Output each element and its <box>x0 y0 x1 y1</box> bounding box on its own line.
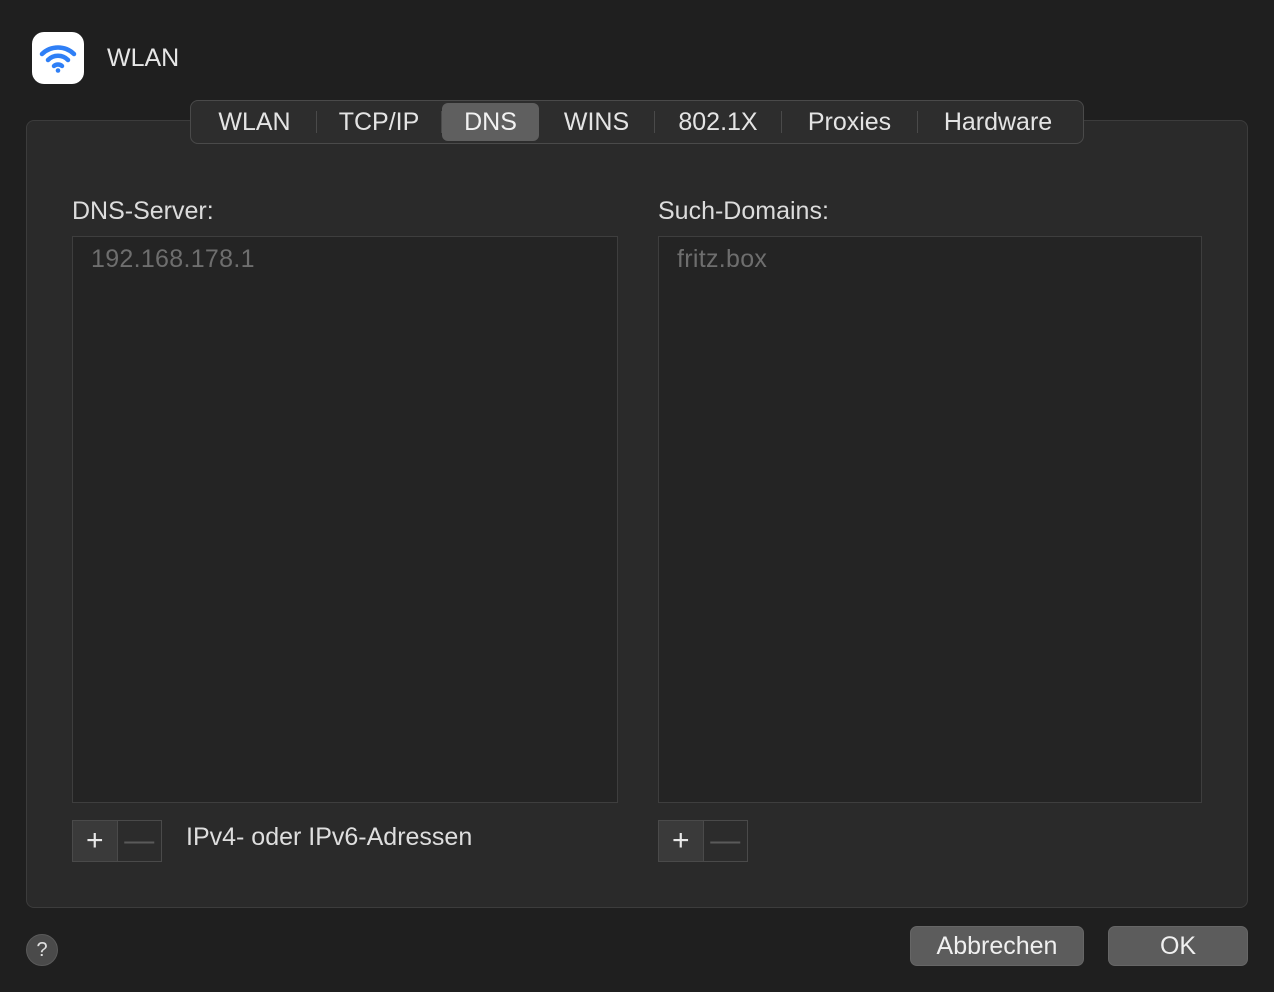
search-domain-buttons: + — <box>658 820 748 862</box>
search-domains-label: Such-Domains: <box>658 197 829 225</box>
remove-dns-server-button[interactable]: — <box>118 821 162 861</box>
dns-server-list[interactable]: 192.168.178.1 <box>72 236 618 803</box>
tab-bar: WLAN TCP/IP DNS WINS 802.1X Proxies Hard… <box>190 100 1084 144</box>
ok-button[interactable]: OK <box>1108 926 1248 966</box>
tab-hardware[interactable]: Hardware <box>918 103 1078 141</box>
tab-proxies[interactable]: Proxies <box>782 103 917 141</box>
tab-8021x[interactable]: 802.1X <box>655 103 781 141</box>
dns-server-entry[interactable]: 192.168.178.1 <box>73 237 617 274</box>
add-dns-server-button[interactable]: + <box>73 821 118 861</box>
network-dns-dialog: WLAN WLAN TCP/IP DNS WINS 802.1X Proxies… <box>0 0 1274 992</box>
add-search-domain-button[interactable]: + <box>659 821 704 861</box>
tab-tcpip[interactable]: TCP/IP <box>317 103 441 141</box>
wifi-icon <box>39 45 77 73</box>
tab-dns[interactable]: DNS <box>442 103 539 141</box>
header-title: WLAN <box>107 44 180 72</box>
search-domains-list[interactable]: fritz.box <box>658 236 1202 803</box>
tab-wins[interactable]: WINS <box>539 103 654 141</box>
dns-server-buttons: + — <box>72 820 162 862</box>
wifi-app-icon <box>32 32 84 84</box>
cancel-button[interactable]: Abbrechen <box>910 926 1084 966</box>
dns-server-label: DNS-Server: <box>72 197 214 225</box>
tab-wlan[interactable]: WLAN <box>193 103 316 141</box>
remove-search-domain-button[interactable]: — <box>704 821 748 861</box>
dns-address-hint: IPv4- oder IPv6-Adressen <box>186 823 473 851</box>
search-domain-entry[interactable]: fritz.box <box>659 237 1201 274</box>
help-button[interactable]: ? <box>26 934 58 966</box>
